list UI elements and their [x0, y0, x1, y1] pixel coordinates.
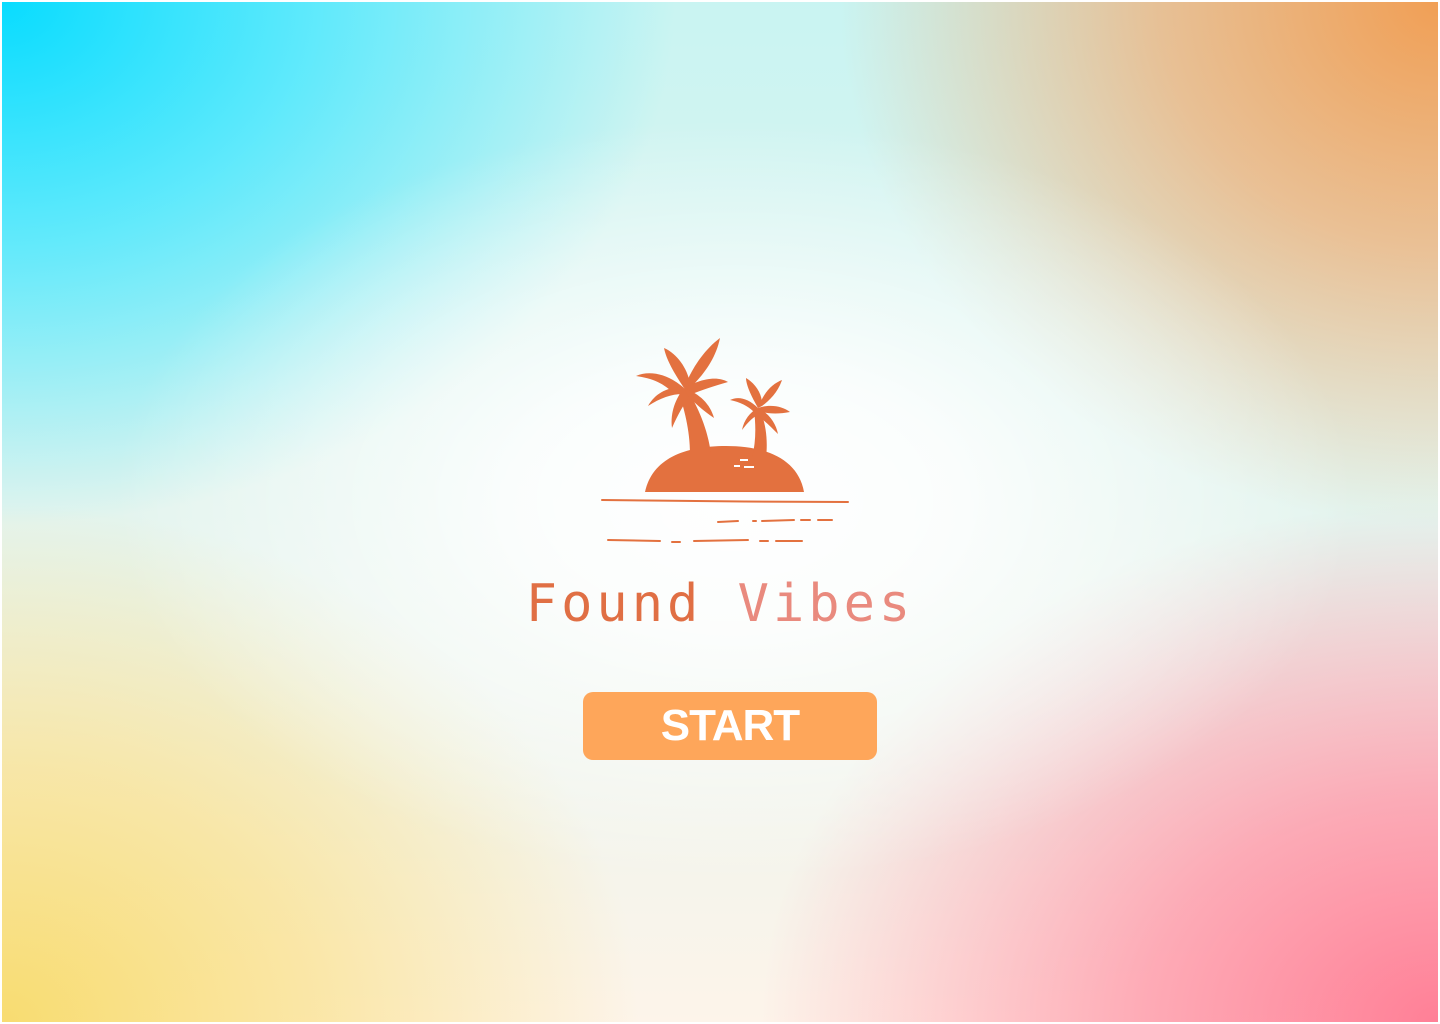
- palm-island-icon: [598, 334, 854, 550]
- app-title-word-2: Vibes: [737, 574, 915, 634]
- app-title: Found Vibes: [0, 572, 1440, 636]
- app-title-word-1: Found: [525, 574, 703, 634]
- start-button[interactable]: START: [583, 692, 877, 760]
- splash-screen: Found Vibes START: [0, 0, 1440, 1024]
